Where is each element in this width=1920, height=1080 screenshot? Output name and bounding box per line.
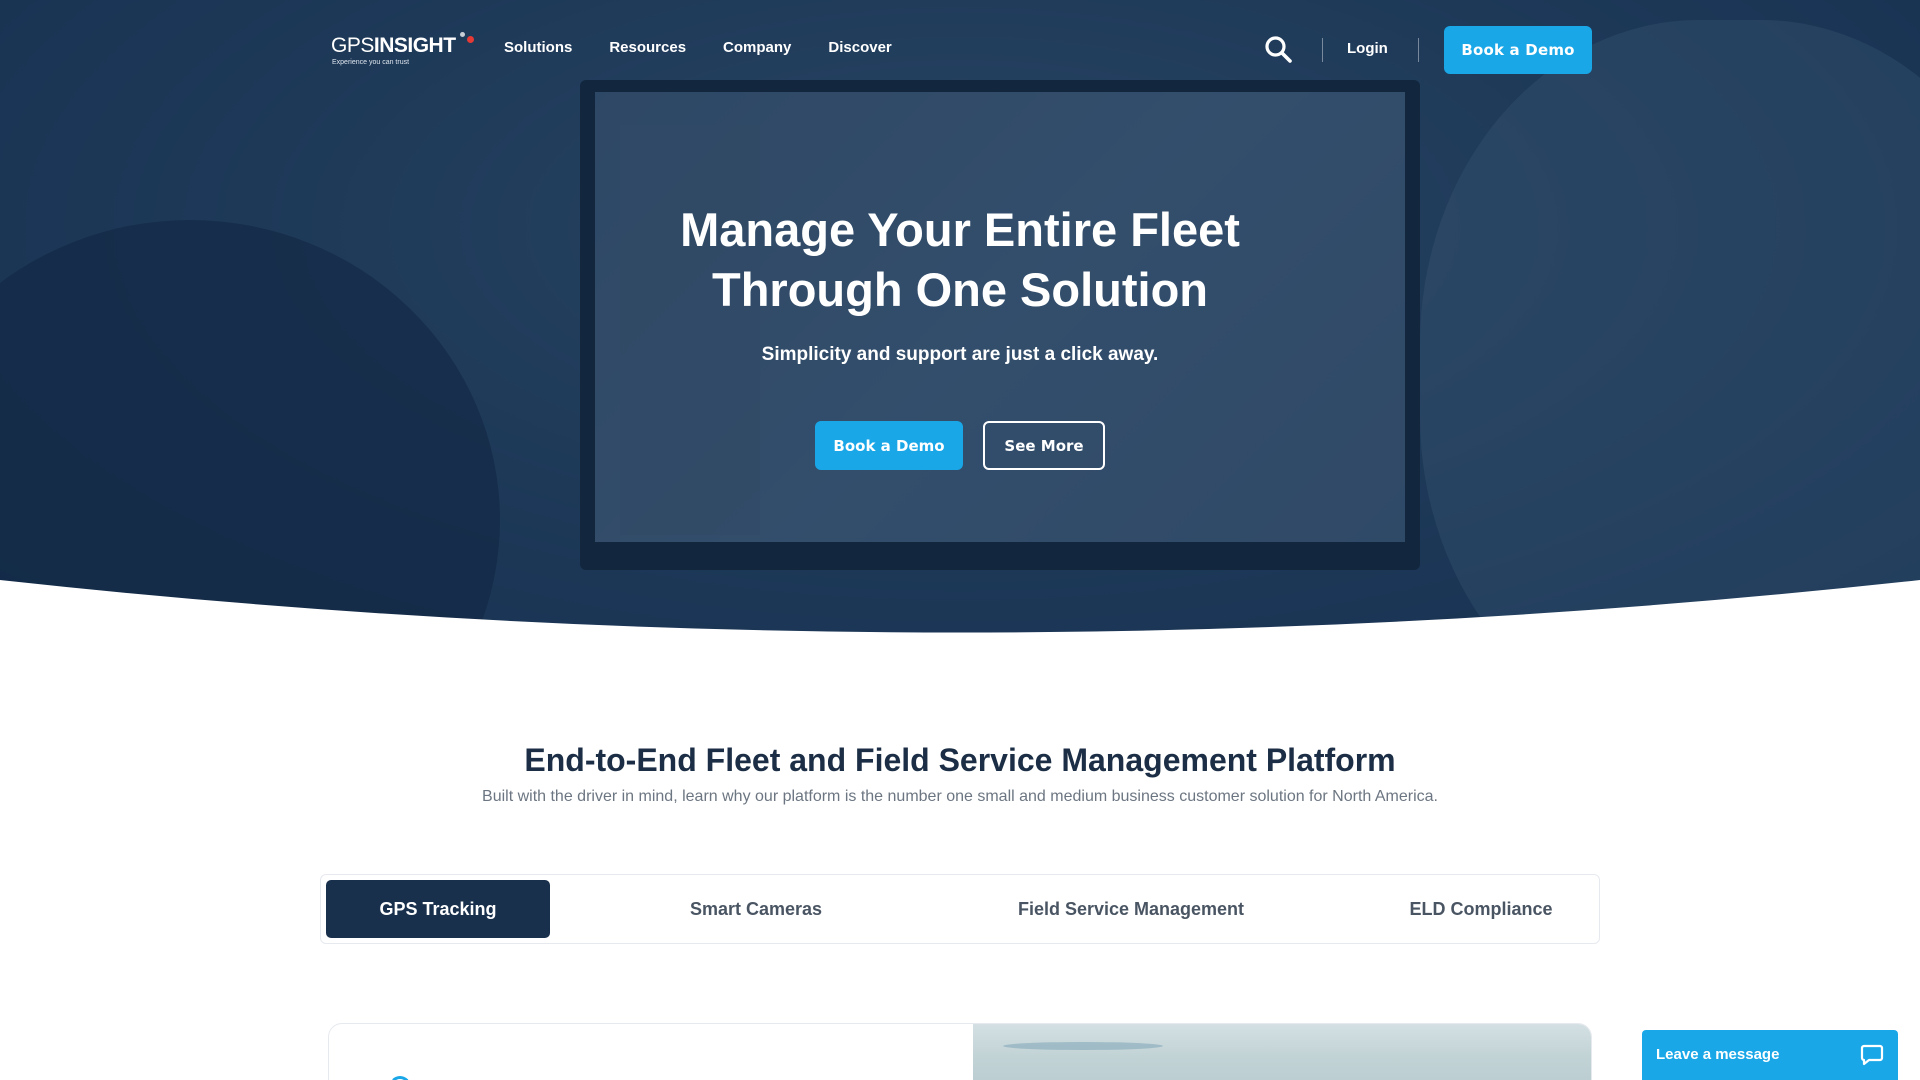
tab-eld-compliance[interactable]: ELD Compliance [1381,880,1581,938]
hero-title-line2: Through One Solution [711,263,1209,316]
tab-field-service-management[interactable]: Field Service Management [981,880,1281,938]
chat-label: Leave a message [1656,1046,1780,1063]
nav-item-company[interactable]: Company [723,39,791,56]
chat-bubble-icon [1860,1044,1884,1066]
nav-item-discover[interactable]: Discover [828,39,891,56]
tab-smart-cameras[interactable]: Smart Cameras [651,880,861,938]
login-link[interactable]: Login [1347,40,1388,57]
hero-book-demo-button[interactable]: Book a Demo [815,421,963,470]
top-navigation: GPSINSIGHT Experience you can trust Solu… [0,0,1920,100]
nav-menu: Solutions Resources Company Discover [504,39,929,56]
search-icon[interactable] [1264,35,1292,63]
logo-dot-gray [460,32,465,37]
logo-dot-red [467,36,474,43]
logo-wordmark: GPSINSIGHT [331,34,456,58]
card-image-streak [1003,1042,1163,1050]
nav-item-solutions[interactable]: Solutions [504,39,572,56]
nav-book-demo-button[interactable]: Book a Demo [1444,26,1592,74]
platform-subtitle: Built with the driver in mind, learn why… [482,788,1438,805]
card-image [973,1024,1591,1080]
logo-wordmark-light: GPS [331,34,374,57]
gps-tracking-card [328,1023,1592,1080]
product-tabs: GPS Tracking Smart Cameras Field Service… [320,874,1600,944]
platform-title: End-to-End Fleet and Field Service Manag… [524,742,1396,778]
hero-title: Manage Your Entire Fleet Through One Sol… [460,200,1460,320]
tab-gps-tracking[interactable]: GPS Tracking [326,880,550,938]
hero-subtitle: Simplicity and support are just a click … [761,344,1159,365]
nav-divider [1418,38,1419,62]
nav-item-resources[interactable]: Resources [609,39,686,56]
logo-wordmark-bold: INSIGHT [373,34,456,57]
card-loading-icon [389,1076,411,1080]
nav-divider [1322,38,1323,62]
logo-tagline: Experience you can trust [332,59,410,66]
leave-message-chat-widget[interactable]: Leave a message [1642,1030,1898,1080]
gps-insight-logo[interactable]: GPSINSIGHT Experience you can trust [331,32,479,72]
hero-title-line1: Manage Your Entire Fleet [680,203,1240,256]
hero-see-more-button[interactable]: See More [983,421,1105,470]
hero-wave-divider [0,580,1920,660]
